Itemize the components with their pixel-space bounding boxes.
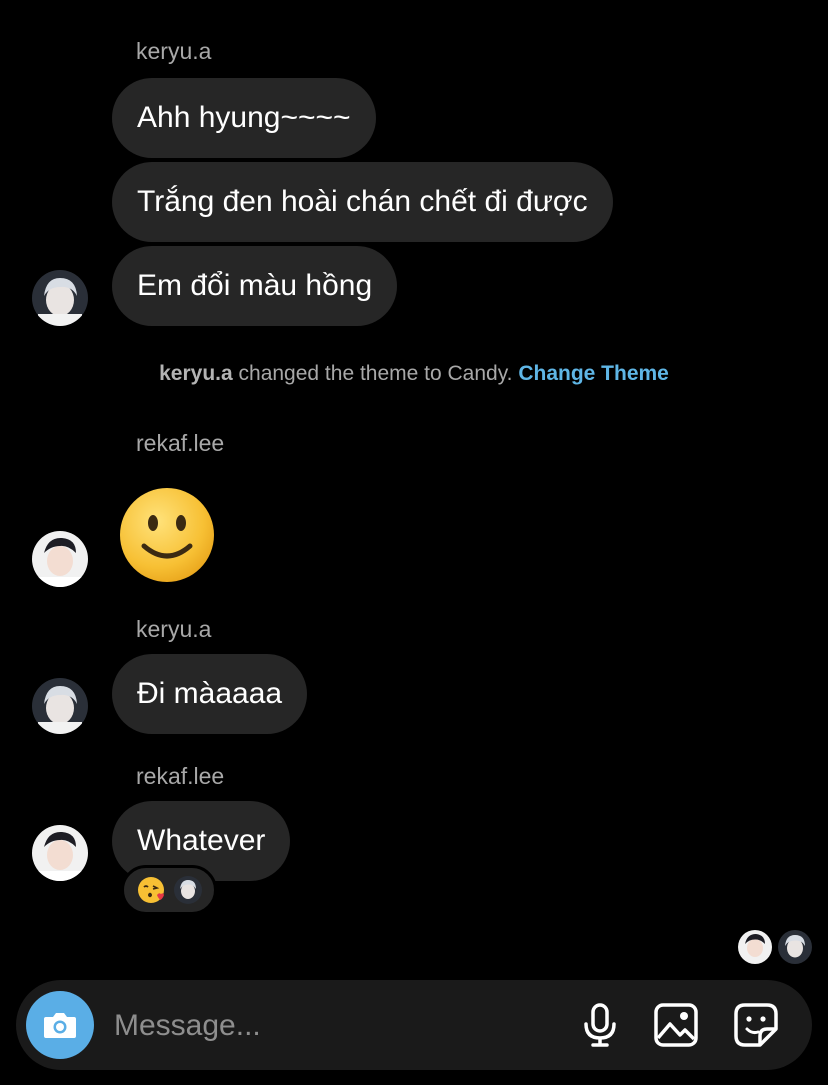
change-theme-link[interactable]: Change Theme [518,362,669,385]
system-text: changed the theme to Candy. [232,362,519,385]
sender-name: keryu.a [136,616,212,642]
sticker-icon[interactable] [733,1002,779,1048]
camera-button[interactable] [26,991,94,1059]
reactor-avatar [174,876,202,904]
reaction-pill[interactable] [121,865,217,915]
message-bubble[interactable]: Đi màaaaa [112,654,308,734]
system-username[interactable]: keryu.a [159,362,233,385]
chat-screen: keryu.a Ahh hyung~~~~ Trắng đen hoài chá… [0,0,828,1085]
seen-avatar-keryu [778,930,812,964]
sender-name: rekaf.lee [136,430,225,456]
theme-change-notice: keryu.a changed the theme to Candy. Chan… [0,362,828,386]
avatar-keryu[interactable] [32,678,88,734]
message-input[interactable] [112,1002,556,1050]
sender-name: rekaf.lee [136,763,225,789]
kissing-heart-emoji-icon [138,877,164,903]
sender-name: keryu.a [136,38,212,64]
camera-icon [44,1013,76,1038]
gallery-icon[interactable] [653,1002,699,1048]
message-bubble[interactable]: Ahh hyung~~~~ [112,78,376,158]
avatar-keryu[interactable] [32,270,88,326]
message-composer [16,980,812,1070]
slightly-smiling-face-emoji[interactable] [118,486,216,584]
avatar-rekaf[interactable] [32,531,88,587]
seen-avatar-rekaf [738,930,772,964]
message-bubble[interactable]: Trắng đen hoài chán chết đi được [112,162,613,242]
message-bubble[interactable]: Em đổi màu hồng [112,246,398,326]
avatar-rekaf[interactable] [32,825,88,881]
microphone-icon[interactable] [577,1002,623,1048]
